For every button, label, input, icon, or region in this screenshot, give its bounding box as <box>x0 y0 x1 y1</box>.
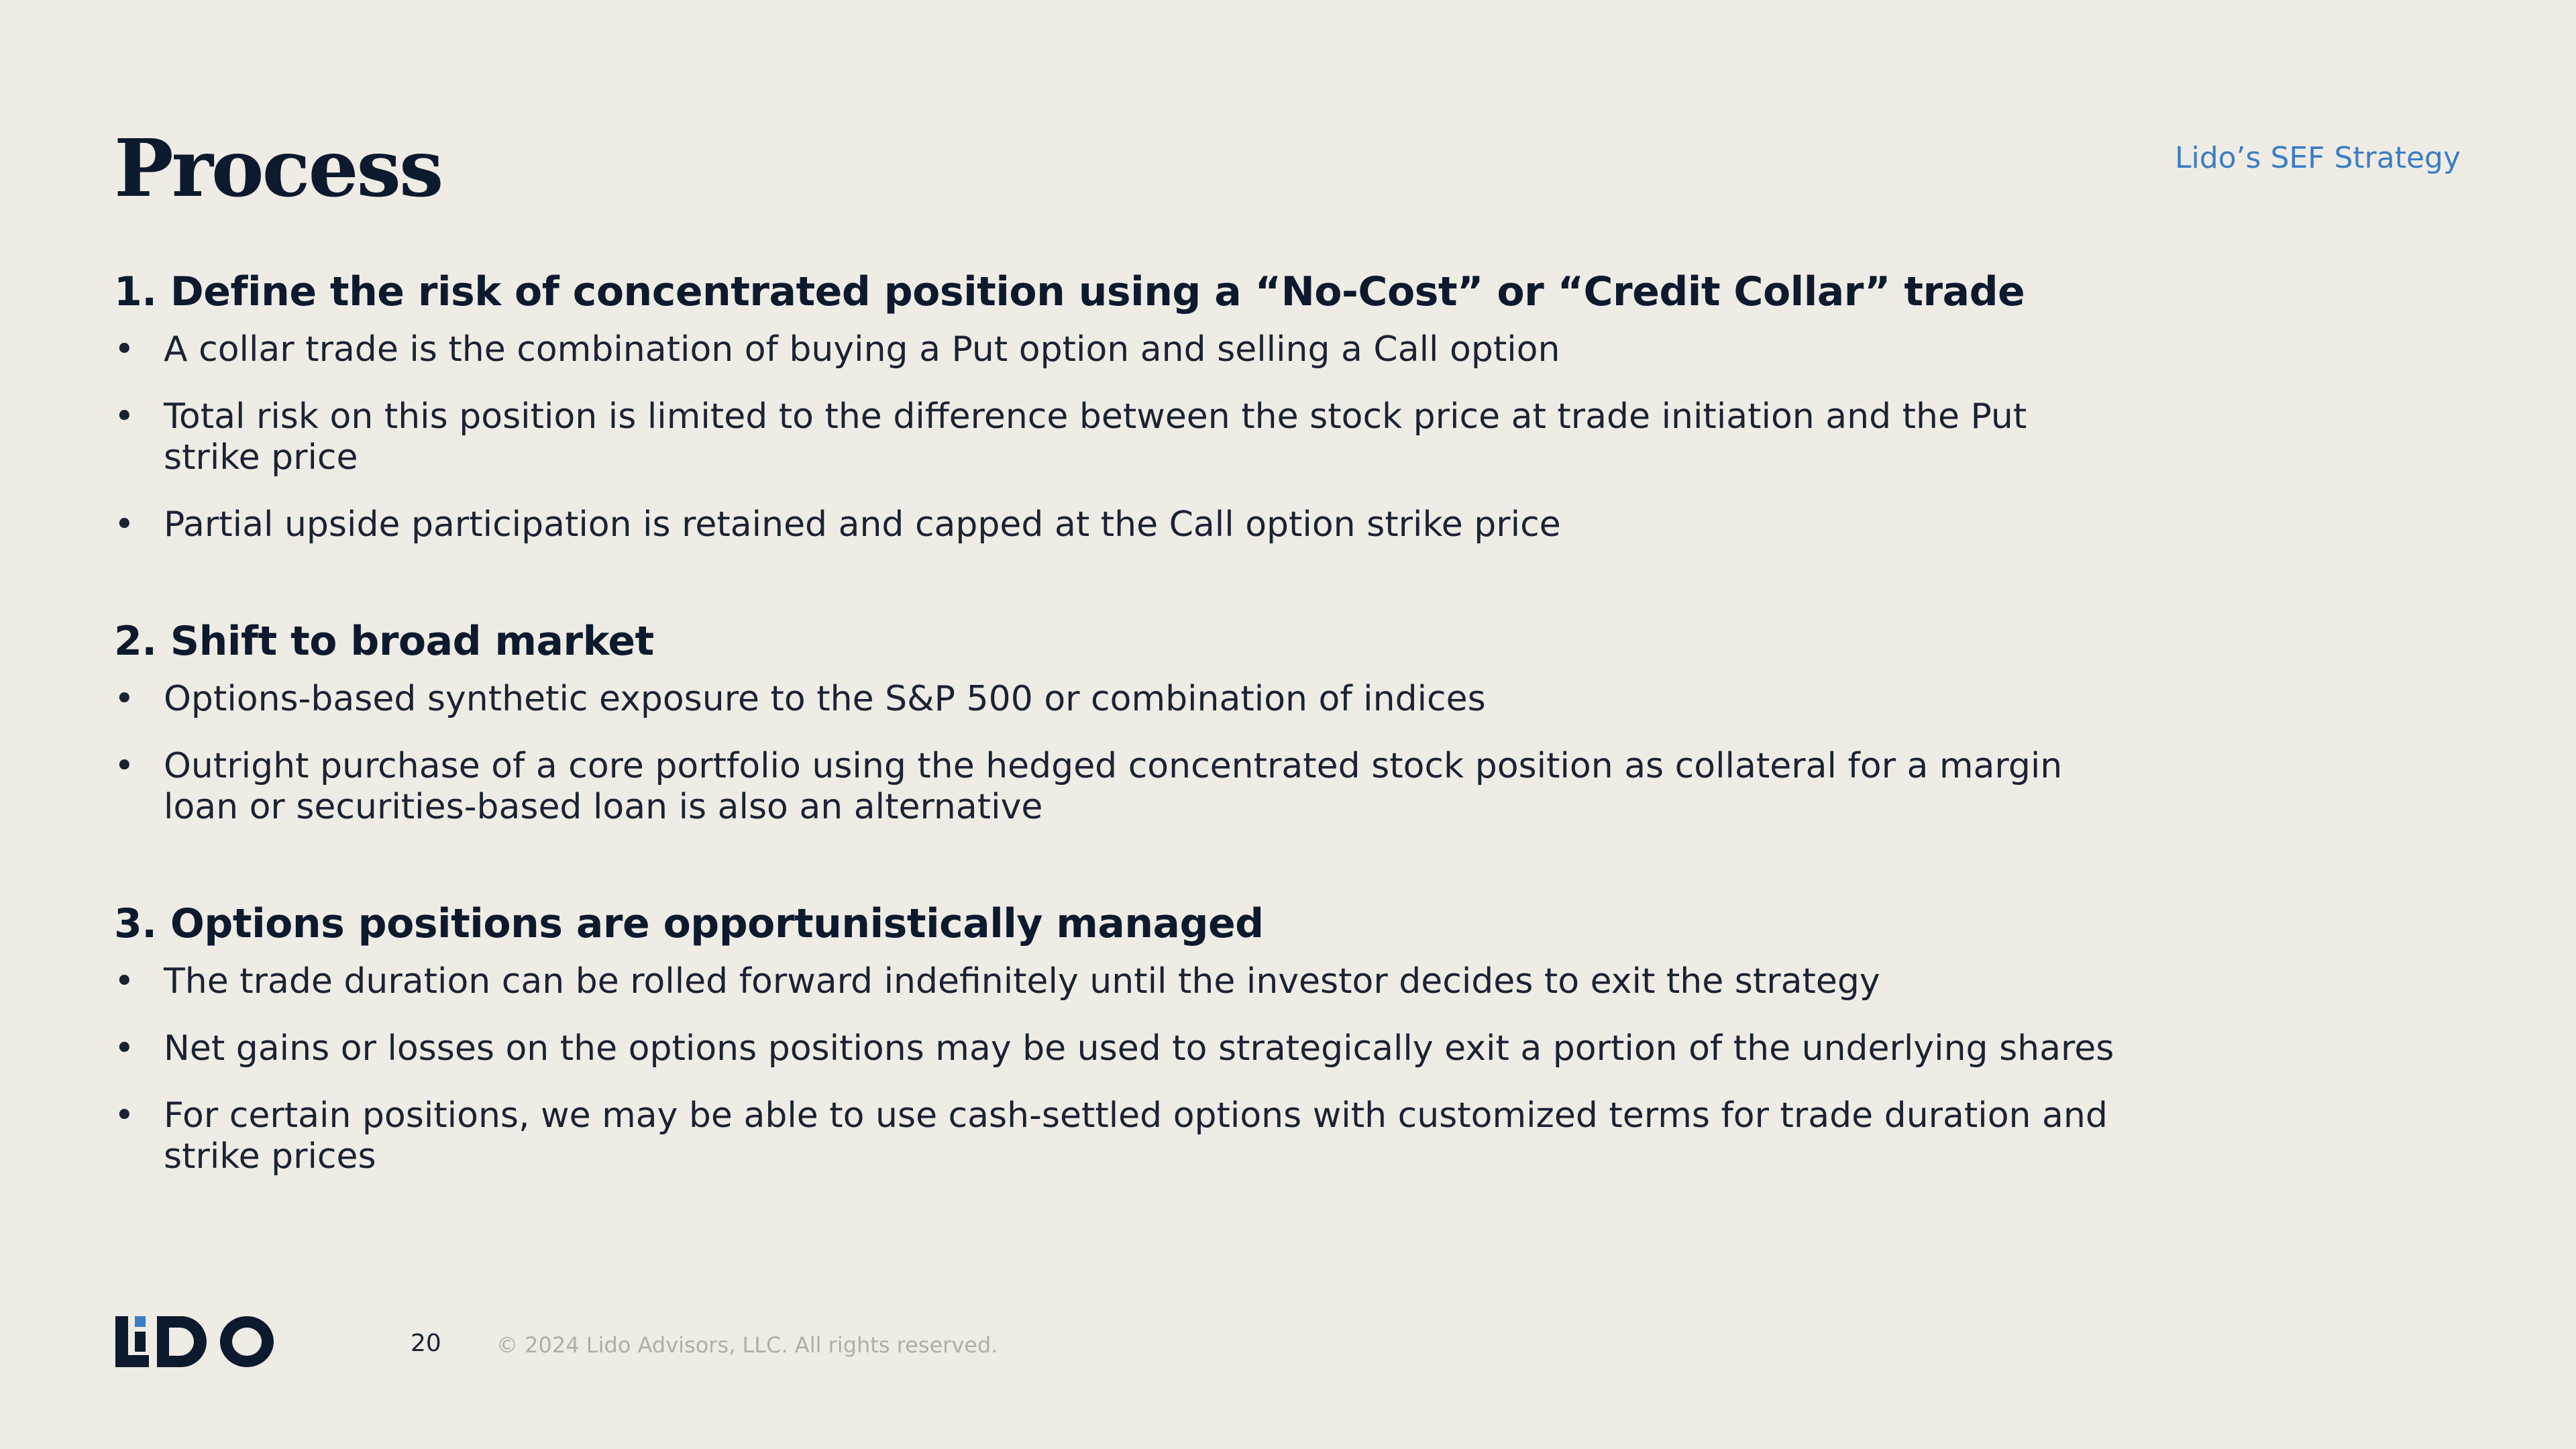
bullet-item: Total risk on this position is limited t… <box>114 396 2127 478</box>
section-heading: 2. Shift to broad market <box>114 618 654 665</box>
bullet-item: Outright purchase of a core portfolio us… <box>114 746 2127 828</box>
slide-title: Process <box>114 121 443 215</box>
section-shift-broad-market: 2. Shift to broad market Options-based s… <box>114 616 2127 828</box>
slide-content: 1. Define the risk of concentrated posit… <box>114 267 2127 1203</box>
bullet-item: The trade duration can be rolled forward… <box>114 961 2127 1002</box>
section-heading: 1. Define the risk of concentrated posit… <box>114 268 2025 315</box>
strategy-tag: Lido’s SEF Strategy <box>2174 141 2461 175</box>
bullet-item: Partial upside participation is retained… <box>114 504 2127 545</box>
bullet-list: Options-based synthetic exposure to the … <box>114 679 2127 828</box>
bullet-item: A collar trade is the combination of buy… <box>114 329 2127 370</box>
bullet-item: Options-based synthetic exposure to the … <box>114 679 2127 720</box>
bullet-item: For certain positions, we may be able to… <box>114 1095 2127 1177</box>
section-heading: 3. Options positions are opportunistical… <box>114 900 1264 947</box>
bullet-list: The trade duration can be rolled forward… <box>114 961 2127 1177</box>
page-number: 20 <box>411 1330 441 1357</box>
lido-logo <box>115 1316 274 1367</box>
copyright-notice: © 2024 Lido Advisors, LLC. All rights re… <box>496 1332 998 1358</box>
bullet-list: A collar trade is the combination of buy… <box>114 329 2127 545</box>
bullet-item: Net gains or losses on the options posit… <box>114 1028 2127 1069</box>
section-define-risk: 1. Define the risk of concentrated posit… <box>114 267 2127 545</box>
section-options-managed: 3. Options positions are opportunistical… <box>114 899 2127 1177</box>
